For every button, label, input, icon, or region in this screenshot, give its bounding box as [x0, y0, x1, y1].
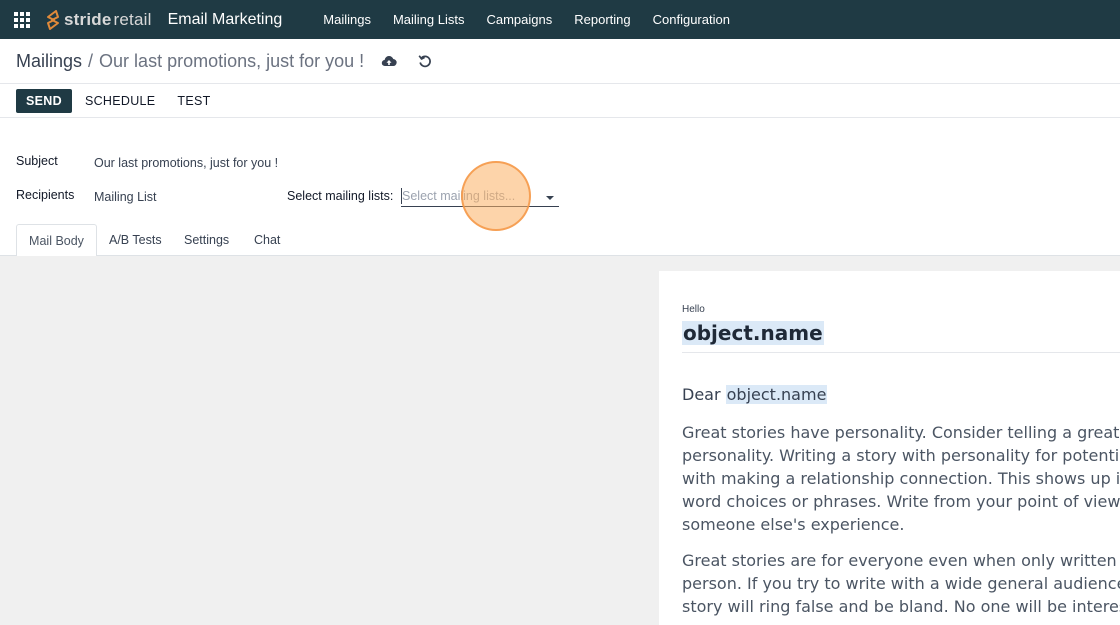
brand-logo: stride retail: [44, 9, 152, 31]
test-button[interactable]: TEST: [177, 94, 210, 108]
breadcrumb-root-link[interactable]: Mailings: [16, 51, 82, 72]
cloud-upload-icon[interactable]: [378, 50, 400, 72]
nav-reporting[interactable]: Reporting: [574, 12, 630, 27]
hello-text: Hello: [682, 304, 705, 315]
paragraph-line: personality. Writing a story with person…: [682, 446, 1120, 465]
paragraph-line: story will ring false and be bland. No o…: [682, 597, 1120, 616]
text-caret: [401, 188, 402, 204]
recipients-label: Recipients: [16, 188, 75, 202]
paragraph-1: Great stories have personality. Consider…: [682, 421, 1120, 536]
paragraph-line: with making a relationship connection. T…: [682, 469, 1120, 488]
nav-campaigns[interactable]: Campaigns: [486, 12, 552, 27]
nav-mailing-lists[interactable]: Mailing Lists: [393, 12, 465, 27]
brand-logo-icon: [47, 9, 59, 30]
top-navbar: stride retail Email Marketing Mailings Ma…: [0, 0, 1120, 39]
paragraph-line: word choices or phrases. Write from your…: [682, 492, 1120, 511]
tab-chat[interactable]: Chat: [254, 224, 280, 256]
title-placeholder: object.name: [682, 321, 824, 345]
dear-placeholder: object.name: [725, 385, 828, 404]
action-bar: SEND SCHEDULE TEST: [0, 84, 1120, 118]
subject-field[interactable]: Our last promotions, just for you !: [94, 156, 278, 170]
nav-mailings[interactable]: Mailings: [323, 12, 371, 27]
tab-ab-tests[interactable]: A/B Tests: [109, 224, 162, 256]
notebook-tabs: Mail Body A/B Tests Settings Chat: [0, 224, 1120, 257]
click-indicator: [461, 161, 531, 231]
breadcrumb-current: Our last promotions, just for you !: [99, 50, 365, 71]
subject-label: Subject: [16, 154, 58, 168]
paragraph-line: Great stories are for everyone even when…: [682, 551, 1120, 570]
title-placeholder-text: object.name: [682, 321, 824, 345]
brand-name-part1: stride: [64, 9, 112, 29]
send-button[interactable]: SEND: [16, 88, 72, 113]
brand-name-part2: retail: [113, 9, 152, 29]
brand[interactable]: stride retail Email Marketing: [44, 0, 296, 39]
breadcrumb: Mailings / Our last promotions, just for…: [0, 39, 1120, 84]
tab-settings[interactable]: Settings: [184, 224, 229, 256]
mailing-lists-label: Select mailing lists:: [287, 189, 394, 203]
tab-mail-body[interactable]: Mail Body: [16, 224, 97, 257]
dropdown-arrow-icon[interactable]: [546, 196, 554, 200]
paragraph-line: Great stories have personality. Consider…: [682, 423, 1120, 442]
apps-grid-icon[interactable]: [0, 0, 44, 39]
paragraph-line: someone else's experience.: [682, 515, 905, 534]
greeting: Dear object.name: [682, 385, 828, 404]
schedule-button[interactable]: SCHEDULE: [85, 94, 155, 108]
paragraph-line: person. If you try to write with a wide …: [682, 574, 1120, 593]
mail-preview-card[interactable]: Hello object.name Dear object.name Great…: [659, 271, 1120, 625]
divider: [682, 352, 1120, 353]
paragraph-2: Great stories are for everyone even when…: [682, 549, 1120, 618]
undo-icon[interactable]: [414, 50, 436, 72]
recipients-field[interactable]: Mailing List: [94, 190, 157, 204]
nav-configuration[interactable]: Configuration: [653, 12, 730, 27]
dear-text: Dear: [682, 385, 721, 404]
app-name[interactable]: Email Marketing: [168, 11, 283, 29]
breadcrumb-separator: /: [88, 50, 94, 71]
